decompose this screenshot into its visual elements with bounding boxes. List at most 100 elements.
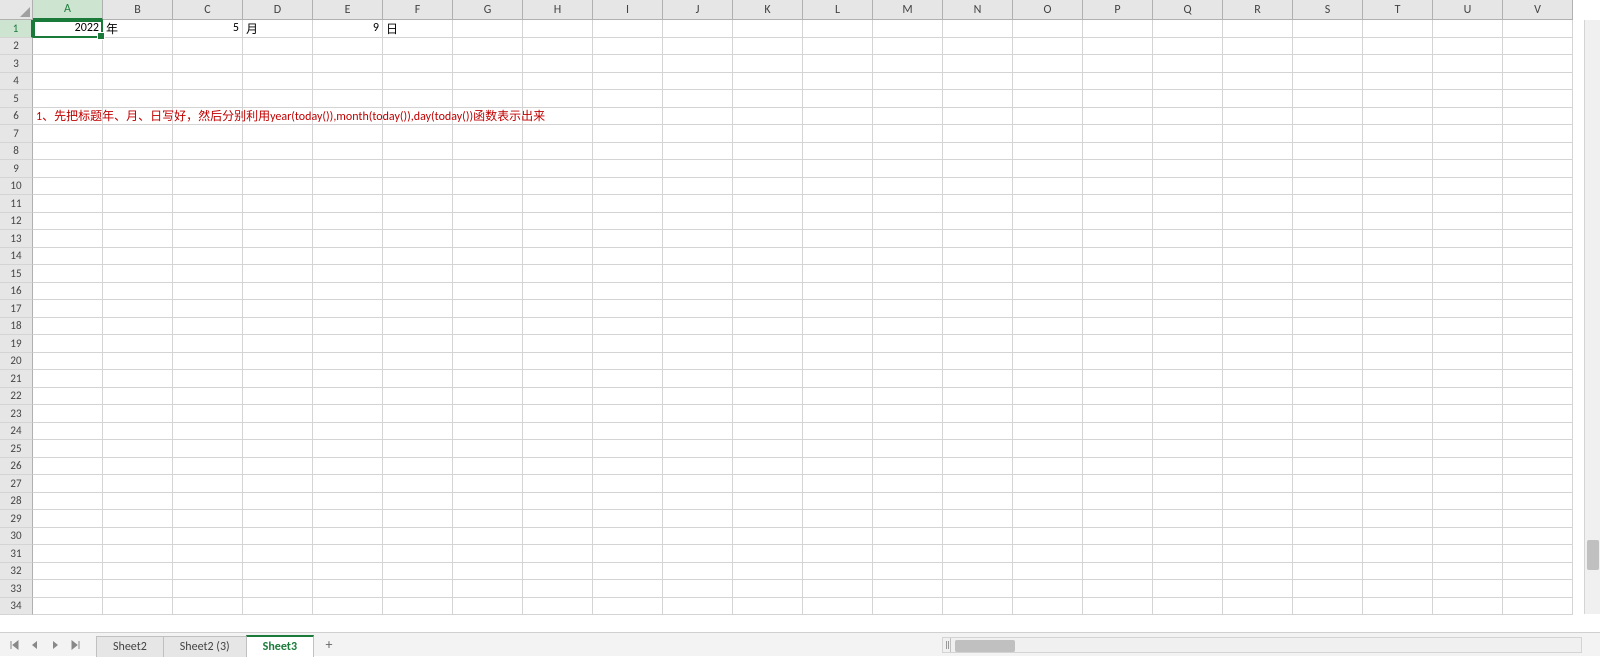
- row-header-5[interactable]: 5: [0, 90, 33, 108]
- cell-O34[interactable]: [1013, 598, 1083, 616]
- cell-K4[interactable]: [733, 73, 803, 91]
- cell-M30[interactable]: [873, 528, 943, 546]
- cell-P32[interactable]: [1083, 563, 1153, 581]
- cell-K21[interactable]: [733, 370, 803, 388]
- cell-E7[interactable]: [313, 125, 383, 143]
- cell-C3[interactable]: [173, 55, 243, 73]
- cell-F5[interactable]: [383, 90, 453, 108]
- cell-T21[interactable]: [1363, 370, 1433, 388]
- cell-J2[interactable]: [663, 38, 733, 56]
- cell-G15[interactable]: [453, 265, 523, 283]
- cell-L26[interactable]: [803, 458, 873, 476]
- row-header-26[interactable]: 26: [0, 458, 33, 476]
- cell-E23[interactable]: [313, 405, 383, 423]
- cell-B20[interactable]: [103, 353, 173, 371]
- cell-U15[interactable]: [1433, 265, 1503, 283]
- cell-V25[interactable]: [1503, 440, 1573, 458]
- cell-U1[interactable]: [1433, 20, 1503, 38]
- cell-N28[interactable]: [943, 493, 1013, 511]
- cell-T24[interactable]: [1363, 423, 1433, 441]
- cell-H5[interactable]: [523, 90, 593, 108]
- cell-U30[interactable]: [1433, 528, 1503, 546]
- cell-B22[interactable]: [103, 388, 173, 406]
- cell-J31[interactable]: [663, 545, 733, 563]
- cell-V4[interactable]: [1503, 73, 1573, 91]
- cell-I3[interactable]: [593, 55, 663, 73]
- cell-F25[interactable]: [383, 440, 453, 458]
- cell-L4[interactable]: [803, 73, 873, 91]
- cell-G2[interactable]: [453, 38, 523, 56]
- cell-K33[interactable]: [733, 580, 803, 598]
- column-header-F[interactable]: F: [383, 0, 453, 20]
- cell-R33[interactable]: [1223, 580, 1293, 598]
- cell-C8[interactable]: [173, 143, 243, 161]
- row-header-9[interactable]: 9: [0, 160, 33, 178]
- cell-B30[interactable]: [103, 528, 173, 546]
- cell-H7[interactable]: [523, 125, 593, 143]
- cell-V24[interactable]: [1503, 423, 1573, 441]
- column-header-N[interactable]: N: [943, 0, 1013, 20]
- cell-I13[interactable]: [593, 230, 663, 248]
- cell-G8[interactable]: [453, 143, 523, 161]
- cell-T19[interactable]: [1363, 335, 1433, 353]
- column-header-P[interactable]: P: [1083, 0, 1153, 20]
- cell-H16[interactable]: [523, 283, 593, 301]
- cell-L14[interactable]: [803, 248, 873, 266]
- cell-L15[interactable]: [803, 265, 873, 283]
- cell-N6[interactable]: [943, 108, 1013, 126]
- cell-I33[interactable]: [593, 580, 663, 598]
- row-header-10[interactable]: 10: [0, 178, 33, 196]
- cell-T14[interactable]: [1363, 248, 1433, 266]
- cell-N3[interactable]: [943, 55, 1013, 73]
- row-header-14[interactable]: 14: [0, 248, 33, 266]
- cell-M13[interactable]: [873, 230, 943, 248]
- cell-E30[interactable]: [313, 528, 383, 546]
- cell-L13[interactable]: [803, 230, 873, 248]
- cell-S6[interactable]: [1293, 108, 1363, 126]
- cell-B4[interactable]: [103, 73, 173, 91]
- tab-nav-next-button[interactable]: [46, 636, 64, 654]
- cell-C15[interactable]: [173, 265, 243, 283]
- cell-R23[interactable]: [1223, 405, 1293, 423]
- column-header-B[interactable]: B: [103, 0, 173, 20]
- row-header-16[interactable]: 16: [0, 283, 33, 301]
- row-header-27[interactable]: 27: [0, 475, 33, 493]
- cell-J22[interactable]: [663, 388, 733, 406]
- cell-L17[interactable]: [803, 300, 873, 318]
- column-header-T[interactable]: T: [1363, 0, 1433, 20]
- cell-I27[interactable]: [593, 475, 663, 493]
- cell-L32[interactable]: [803, 563, 873, 581]
- cell-H9[interactable]: [523, 160, 593, 178]
- cell-U33[interactable]: [1433, 580, 1503, 598]
- cell-F21[interactable]: [383, 370, 453, 388]
- cell-F3[interactable]: [383, 55, 453, 73]
- cell-H34[interactable]: [523, 598, 593, 616]
- cell-D10[interactable]: [243, 178, 313, 196]
- cell-G18[interactable]: [453, 318, 523, 336]
- column-header-I[interactable]: I: [593, 0, 663, 20]
- cell-T22[interactable]: [1363, 388, 1433, 406]
- cell-A22[interactable]: [33, 388, 103, 406]
- cell-V2[interactable]: [1503, 38, 1573, 56]
- cell-D15[interactable]: [243, 265, 313, 283]
- sheet-tab-Sheet3[interactable]: Sheet3: [246, 635, 314, 657]
- cell-C18[interactable]: [173, 318, 243, 336]
- cell-T29[interactable]: [1363, 510, 1433, 528]
- cell-C26[interactable]: [173, 458, 243, 476]
- cell-H20[interactable]: [523, 353, 593, 371]
- cell-H13[interactable]: [523, 230, 593, 248]
- cell-K31[interactable]: [733, 545, 803, 563]
- column-header-Q[interactable]: Q: [1153, 0, 1223, 20]
- cell-E12[interactable]: [313, 213, 383, 231]
- cell-H12[interactable]: [523, 213, 593, 231]
- cell-L28[interactable]: [803, 493, 873, 511]
- row-header-22[interactable]: 22: [0, 388, 33, 406]
- cell-I25[interactable]: [593, 440, 663, 458]
- cell-M21[interactable]: [873, 370, 943, 388]
- cell-Q12[interactable]: [1153, 213, 1223, 231]
- cell-U31[interactable]: [1433, 545, 1503, 563]
- cell-G9[interactable]: [453, 160, 523, 178]
- cell-M29[interactable]: [873, 510, 943, 528]
- cell-V14[interactable]: [1503, 248, 1573, 266]
- cell-Q2[interactable]: [1153, 38, 1223, 56]
